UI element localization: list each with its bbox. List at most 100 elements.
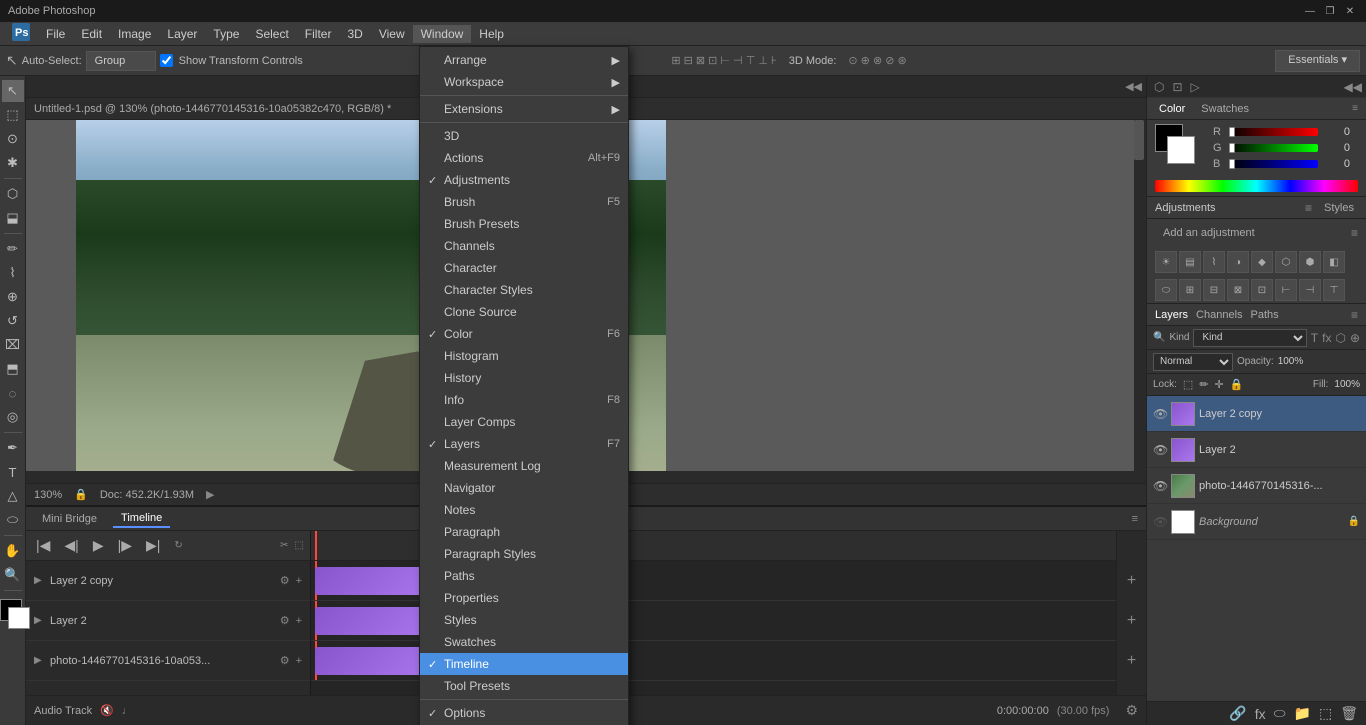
pen-tool[interactable]: ✒ [2, 437, 24, 459]
posterize-icon[interactable]: ⊡ [1251, 279, 1273, 301]
menu-workspace[interactable]: Workspace [420, 71, 628, 93]
fill-value[interactable]: 100% [1334, 379, 1360, 390]
menu-extensions[interactable]: Extensions [420, 98, 628, 120]
adjustments-collapse-icon[interactable]: ≡ [1305, 201, 1312, 215]
minimize-button[interactable]: — [1302, 3, 1318, 19]
tl-layer-2-copy[interactable]: ▶ Layer 2 copy ⚙ + [26, 561, 310, 601]
lock-image-icon[interactable]: ✏ [1199, 378, 1208, 391]
menu-window[interactable]: Window [413, 25, 472, 43]
tl-layer-photo[interactable]: ▶ photo-1446770145316-10a053... ⚙ + [26, 641, 310, 681]
invert-icon[interactable]: ⊠ [1227, 279, 1249, 301]
tl-layer2-options-icon[interactable]: ⚙ [280, 614, 290, 627]
mini-expand-icon[interactable]: ▷ [1188, 78, 1203, 96]
tl-photo-add-icon[interactable]: + [296, 655, 302, 667]
brightness-icon[interactable]: ☀ [1155, 251, 1177, 273]
layer-item-photo[interactable]: 👁 photo-1446770145316-... [1147, 468, 1366, 504]
menu-image[interactable]: Image [110, 25, 159, 43]
b-thumb[interactable] [1229, 159, 1235, 169]
scrollbar-thumb[interactable] [1134, 120, 1144, 160]
color-tab[interactable]: Color [1155, 101, 1189, 117]
menu-edit[interactable]: Edit [73, 25, 110, 43]
add-layer-2-btn[interactable]: + [1127, 601, 1136, 641]
menu-paths[interactable]: Paths [420, 565, 628, 587]
tl-layer2-add-icon[interactable]: + [296, 615, 302, 627]
play-btn[interactable]: ▶ [89, 535, 108, 556]
menu-options[interactable]: ✓ Options [420, 702, 628, 724]
color-panel-collapse[interactable]: ≡ [1352, 103, 1358, 114]
r-thumb[interactable] [1229, 127, 1235, 137]
new-layer-btn[interactable]: ⬚ [1317, 703, 1334, 724]
spot-healing-tool[interactable]: ✏ [2, 238, 24, 260]
show-transform-checkbox[interactable] [160, 54, 173, 67]
opacity-value[interactable]: 100% [1278, 356, 1304, 367]
menu-histogram[interactable]: Histogram [420, 345, 628, 367]
transition-icon[interactable]: ⬚ [295, 540, 304, 551]
quick-select-tool[interactable]: ✱ [2, 152, 24, 174]
gradient-tool[interactable]: ⬒ [2, 358, 24, 380]
cut-icon[interactable]: ✂ [280, 540, 288, 551]
menu-styles[interactable]: Styles [420, 609, 628, 631]
tl-layer-options-icon[interactable]: ⚙ [280, 574, 290, 587]
menu-clone-source[interactable]: Clone Source [420, 301, 628, 323]
layer-eye-2-copy[interactable]: 👁 [1153, 407, 1167, 421]
menu-character[interactable]: Character [420, 257, 628, 279]
menu-paragraph-styles[interactable]: Paragraph Styles [420, 543, 628, 565]
menu-view[interactable]: View [371, 25, 413, 43]
layer-item-2-copy[interactable]: 👁 Layer 2 copy [1147, 396, 1366, 432]
menu-channels[interactable]: Channels [420, 235, 628, 257]
menu-layer-comps[interactable]: Layer Comps [420, 411, 628, 433]
menu-paragraph[interactable]: Paragraph [420, 521, 628, 543]
timeline-menu-icon[interactable]: ≡ [1132, 513, 1138, 525]
tl-layer-add-icon[interactable]: + [296, 575, 302, 587]
mini-tool-icon[interactable]: ⬡ [1151, 78, 1167, 96]
styles-tab[interactable]: Styles [1320, 200, 1358, 216]
lasso-tool[interactable]: ⊙ [2, 128, 24, 150]
clip-layer-copy[interactable] [315, 567, 435, 595]
layer-item-2[interactable]: 👁 Layer 2 [1147, 432, 1366, 468]
menu-adjustments-item[interactable]: ✓ Adjustments [420, 169, 628, 191]
clone-stamp-tool[interactable]: ⊕ [2, 286, 24, 308]
menu-navigator[interactable]: Navigator [420, 477, 628, 499]
path-selection-tool[interactable]: △ [2, 485, 24, 507]
menu-history[interactable]: History [420, 367, 628, 389]
add-effect-btn[interactable]: fx [1253, 704, 1268, 724]
tl-layer-2[interactable]: ▶ Layer 2 ⚙ + [26, 601, 310, 641]
vibrance-icon[interactable]: ◆ [1251, 251, 1273, 273]
eraser-tool[interactable]: ⌧ [2, 334, 24, 356]
color-lookup-icon[interactable]: ⊟ [1203, 279, 1225, 301]
menu-select[interactable]: Select [247, 25, 296, 43]
layer-filter-select[interactable]: Kind [1193, 329, 1306, 347]
menu-color[interactable]: ✓ Color F6 [420, 323, 628, 345]
menu-swatches[interactable]: Swatches [420, 631, 628, 653]
menu-layers[interactable]: ✓ Layers F7 [420, 433, 628, 455]
crop-tool[interactable]: ⬡ [2, 183, 24, 205]
menu-3d-item[interactable]: 3D [420, 125, 628, 147]
mini-adjust-icon[interactable]: ⊡ [1169, 78, 1185, 96]
menu-tool-presets[interactable]: Tool Presets [420, 675, 628, 697]
menu-help[interactable]: Help [471, 25, 512, 43]
fg-bg-colors[interactable] [1155, 124, 1199, 168]
menu-brush-presets[interactable]: Brush Presets [420, 213, 628, 235]
levels-icon[interactable]: ▤ [1179, 251, 1201, 273]
menu-timeline[interactable]: ✓ Timeline [420, 653, 628, 675]
menu-measurement-log[interactable]: Measurement Log [420, 455, 628, 477]
menu-filter[interactable]: Filter [297, 25, 340, 43]
menu-character-styles[interactable]: Character Styles [420, 279, 628, 301]
swatches-tab[interactable]: Swatches [1197, 101, 1253, 117]
marquee-tool[interactable]: ⬚ [2, 104, 24, 126]
panel-collapse-btn[interactable]: ◀◀ [1344, 80, 1362, 94]
menu-ps[interactable]: Ps [4, 21, 38, 46]
playhead[interactable] [315, 531, 317, 560]
blur-tool[interactable]: ◌ [2, 382, 24, 404]
brush-tool[interactable]: ⌇ [2, 262, 24, 284]
hand-tool[interactable]: ✋ [2, 540, 24, 562]
bw-icon[interactable]: ◧ [1323, 251, 1345, 273]
channel-mixer-icon[interactable]: ⊞ [1179, 279, 1201, 301]
auto-select-dropdown[interactable]: Group [86, 51, 156, 71]
go-to-start-btn[interactable]: |◀ [32, 535, 54, 556]
menu-3d[interactable]: 3D [339, 25, 370, 43]
collapse-icon[interactable]: ◀◀ [1125, 80, 1142, 93]
layer-eye-2[interactable]: 👁 [1153, 443, 1167, 457]
menu-brush[interactable]: Brush F5 [420, 191, 628, 213]
move-tool[interactable]: ↖ [2, 80, 24, 102]
